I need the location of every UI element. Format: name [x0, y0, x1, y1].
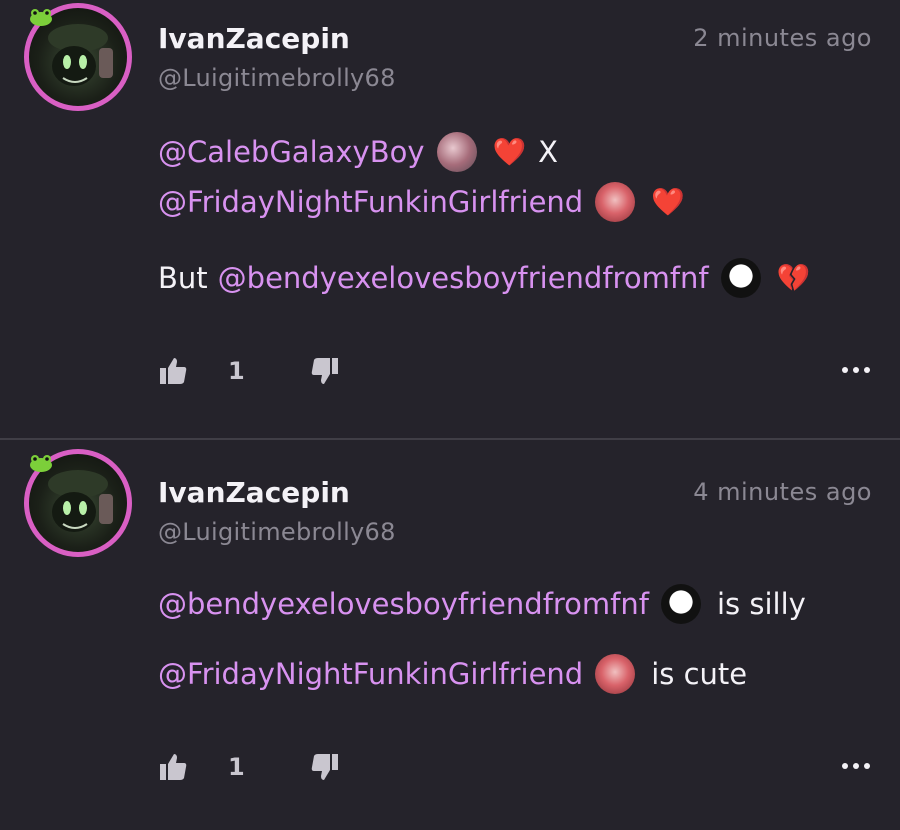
mention-avatar [595, 654, 636, 694]
thumbs-up-icon[interactable] [158, 356, 188, 386]
comment-actions: 1 [158, 354, 340, 388]
comment-line: @FridayNightFunkinGirlfriend ❤️ [158, 180, 691, 224]
heart-emoji: ❤️ [492, 137, 527, 168]
avatar[interactable] [24, 3, 132, 111]
mention-avatar [436, 132, 477, 172]
timestamp: 4 minutes ago [693, 478, 872, 506]
timestamp: 2 minutes ago [693, 24, 872, 52]
like-count: 1 [228, 753, 245, 781]
thumbs-down-icon[interactable] [310, 752, 340, 782]
like-count: 1 [228, 357, 245, 385]
mention-link[interactable]: @bendyexelovesboyfriendfromfnf [158, 587, 649, 621]
username[interactable]: IvanZacepin [158, 476, 350, 509]
broken-heart-emoji: 💔 [776, 263, 811, 294]
comment-text: is cute [651, 657, 748, 691]
mention-link[interactable]: @CalebGalaxyBoy [158, 135, 425, 169]
x-text: X [538, 135, 559, 169]
mention-link[interactable]: @bendyexelovesboyfriendfromfnf [218, 261, 709, 295]
thumbs-up-icon[interactable] [158, 752, 188, 782]
comment-text: But [158, 261, 208, 295]
comment-line: @FridayNightFunkinGirlfriend is cute [158, 652, 747, 696]
mention-link[interactable]: @FridayNightFunkinGirlfriend [158, 657, 583, 691]
comment-line: @bendyexelovesboyfriendfromfnf is silly [158, 582, 806, 626]
mention-avatar [595, 182, 636, 222]
mention-avatar [660, 584, 701, 624]
mention-avatar [720, 258, 761, 298]
more-options-icon[interactable] [840, 364, 872, 376]
frog-icon [30, 9, 52, 26]
comment-actions: 1 [158, 750, 340, 784]
more-options-icon[interactable] [840, 760, 872, 772]
frog-icon [30, 455, 52, 472]
user-handle[interactable]: @Luigitimebrolly68 [158, 64, 396, 92]
thumbs-down-icon[interactable] [310, 356, 340, 386]
username[interactable]: IvanZacepin [158, 22, 350, 55]
comment-line: @CalebGalaxyBoy ❤️ X [158, 130, 564, 174]
comment-card: IvanZacepin @Luigitimebrolly68 2 minutes… [0, 0, 900, 438]
mention-link[interactable]: @FridayNightFunkinGirlfriend [158, 185, 583, 219]
comment-card: IvanZacepin @Luigitimebrolly68 4 minutes… [0, 440, 900, 830]
avatar[interactable] [24, 449, 132, 557]
comment-text: is silly [716, 587, 806, 621]
comment-line: But @bendyexelovesboyfriendfromfnf 💔 [158, 256, 816, 300]
user-handle[interactable]: @Luigitimebrolly68 [158, 518, 396, 546]
heart-emoji: ❤️ [651, 187, 685, 218]
